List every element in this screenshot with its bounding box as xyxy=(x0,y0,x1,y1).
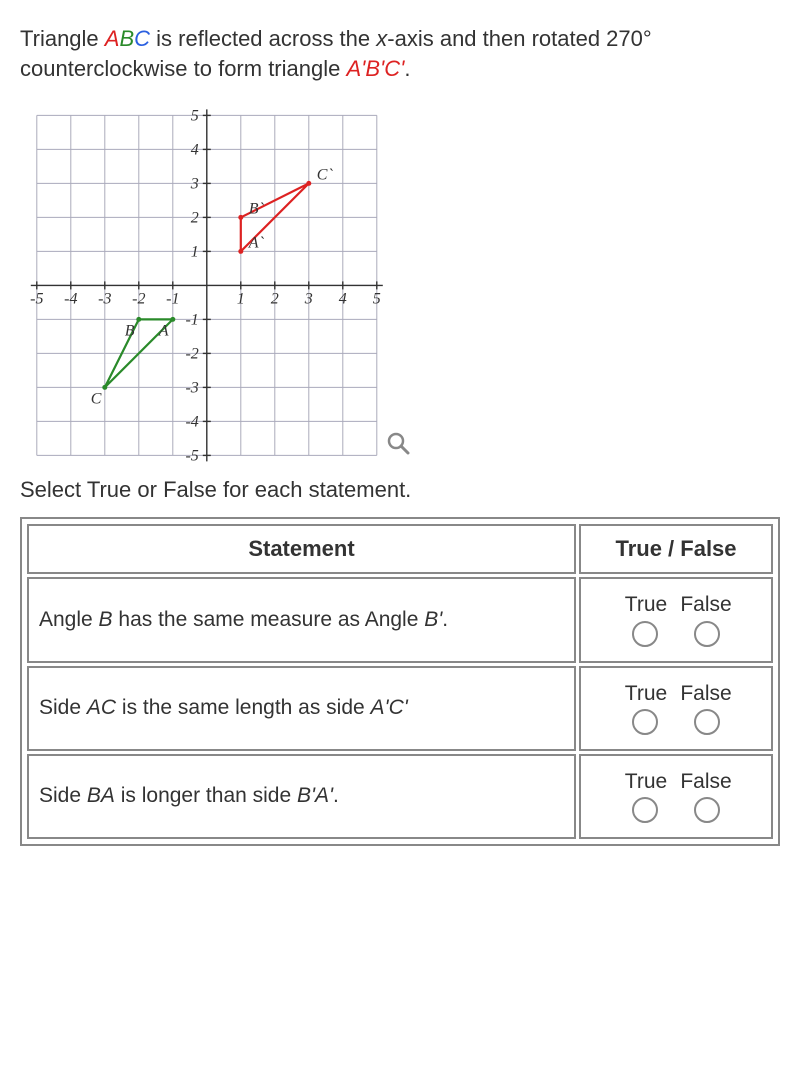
radio-true[interactable] xyxy=(632,621,658,647)
svg-text:2: 2 xyxy=(191,210,199,227)
svg-text:-2: -2 xyxy=(185,346,198,363)
header-tf: True / False xyxy=(579,524,773,574)
svg-text:2: 2 xyxy=(271,291,279,308)
table-row: Angle B has the same measure as Angle B'… xyxy=(27,577,773,662)
label-B: B xyxy=(119,26,134,51)
label-ABCprime: A'B'C' xyxy=(346,56,404,81)
prompt-text: Triangle xyxy=(20,26,105,51)
svg-text:B`: B` xyxy=(249,201,265,218)
statement-cell: Side AC is the same length as side A'C' xyxy=(27,666,576,751)
x-axis-label: x xyxy=(376,26,387,51)
svg-text:3: 3 xyxy=(190,176,199,193)
label-A: A xyxy=(105,26,120,51)
svg-text:A: A xyxy=(158,323,169,340)
svg-text:4: 4 xyxy=(339,291,347,308)
statements-table: Statement True / False Angle B has the s… xyxy=(20,517,780,846)
svg-text:1: 1 xyxy=(237,291,245,308)
label-C: C xyxy=(134,26,150,51)
question-prompt: Triangle ABC is reflected across the x-a… xyxy=(20,24,783,83)
svg-text:5: 5 xyxy=(373,291,381,308)
svg-text:-1: -1 xyxy=(185,312,198,329)
svg-text:C: C xyxy=(91,391,102,408)
prompt-text: . xyxy=(404,56,410,81)
svg-text:1: 1 xyxy=(191,244,199,261)
coordinate-grid-chart: -5 -4 -3 -2 -1 1 2 3 4 5 -5 -4 -3 -2 -1 1 2 3 4 5 A B C A` B` C` xyxy=(0,93,440,463)
svg-text:A`: A` xyxy=(248,235,265,252)
svg-text:5: 5 xyxy=(191,108,199,125)
svg-text:4: 4 xyxy=(191,142,199,159)
svg-text:-1: -1 xyxy=(166,291,179,308)
svg-text:-2: -2 xyxy=(132,291,145,308)
radio-true[interactable] xyxy=(632,709,658,735)
svg-text:C`: C` xyxy=(317,167,334,184)
tf-labels: TrueFalse xyxy=(591,770,761,794)
prompt-text: is reflected across the xyxy=(150,26,376,51)
radio-true[interactable] xyxy=(632,797,658,823)
radio-false[interactable] xyxy=(694,709,720,735)
radio-false[interactable] xyxy=(694,621,720,647)
table-row: Side BA is longer than side B'A'. TrueFa… xyxy=(27,754,773,839)
statement-cell: Side BA is longer than side B'A'. xyxy=(27,754,576,839)
svg-text:-5: -5 xyxy=(30,291,43,308)
radio-false[interactable] xyxy=(694,797,720,823)
instruction-text: Select True or False for each statement. xyxy=(20,477,783,503)
table-row: Side AC is the same length as side A'C' … xyxy=(27,666,773,751)
svg-text:-4: -4 xyxy=(185,414,198,431)
svg-text:B: B xyxy=(125,323,135,340)
header-statement: Statement xyxy=(27,524,576,574)
statement-cell: Angle B has the same measure as Angle B'… xyxy=(27,577,576,662)
tf-labels: TrueFalse xyxy=(591,593,761,617)
magnify-icon[interactable] xyxy=(386,431,410,455)
tf-labels: TrueFalse xyxy=(591,682,761,706)
svg-text:-3: -3 xyxy=(185,380,198,397)
svg-text:-4: -4 xyxy=(64,291,77,308)
svg-text:3: 3 xyxy=(304,291,313,308)
svg-text:-5: -5 xyxy=(185,448,198,464)
svg-text:-3: -3 xyxy=(98,291,111,308)
